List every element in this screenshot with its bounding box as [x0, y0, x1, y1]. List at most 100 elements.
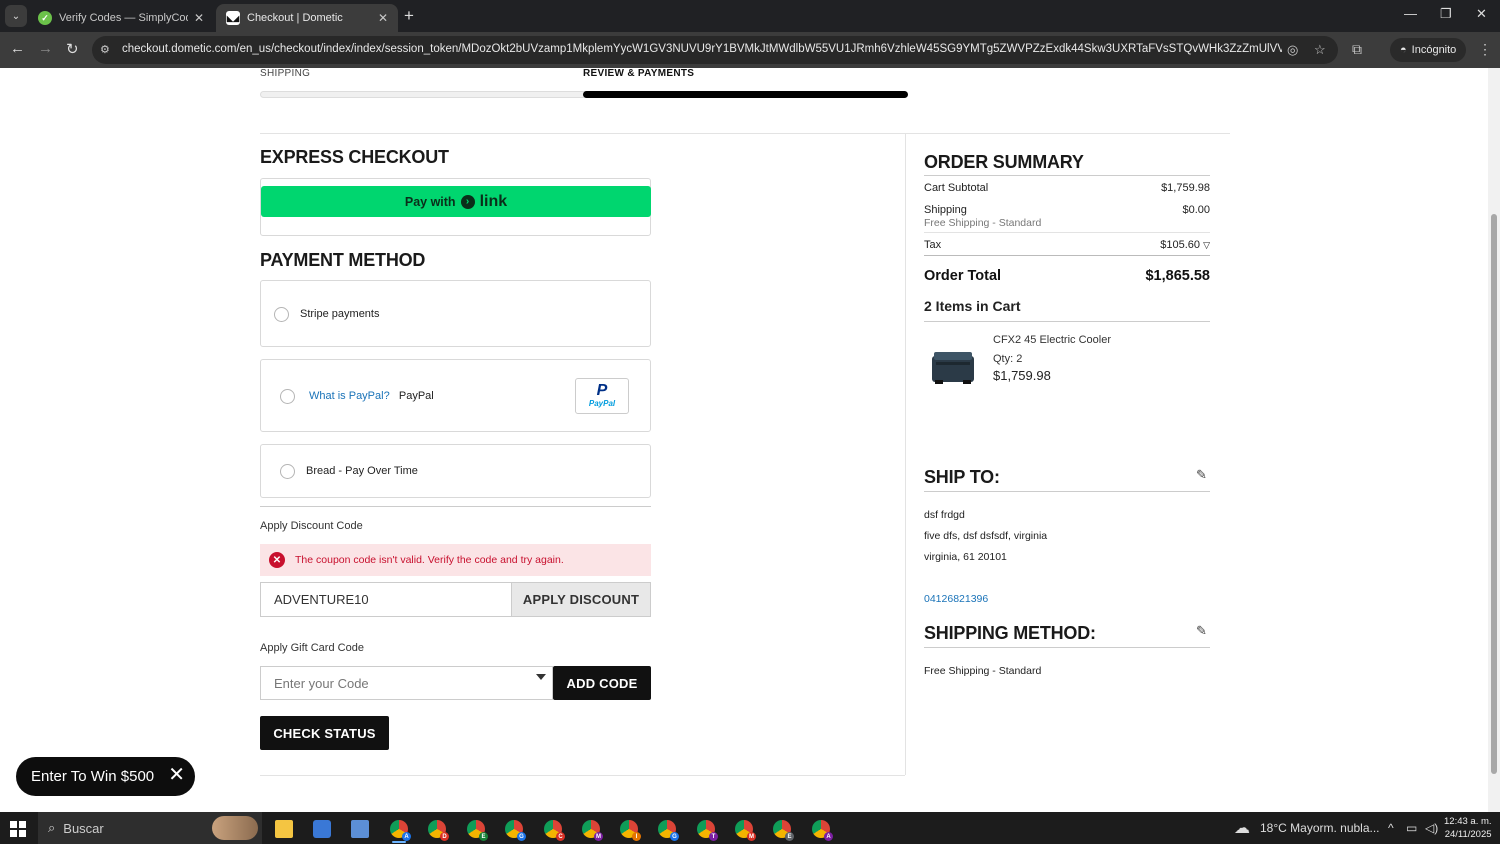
gift-card-label: Apply Gift Card Code — [260, 642, 364, 654]
tax-label: Tax — [924, 239, 942, 251]
taskbar-clock[interactable]: 12:43 a. m. 24/11/2025 — [1444, 815, 1492, 841]
close-icon[interactable]: ✕ — [378, 11, 388, 25]
gift-card-code-input[interactable]: Enter your Code — [260, 666, 553, 700]
apply-discount-button[interactable]: APPLY DISCOUNT — [511, 582, 651, 617]
minimize-icon[interactable]: — — [1404, 6, 1417, 21]
chrome-icon[interactable]: I — [620, 820, 641, 841]
chrome-icon[interactable]: T — [697, 820, 718, 841]
check-status-button[interactable]: CHECK STATUS — [260, 716, 389, 750]
discount-code-label[interactable]: Apply Discount Code — [260, 520, 363, 532]
ship-to-title: SHIP TO: — [924, 467, 1000, 487]
product-name: CFX2 45 Electric Cooler — [993, 334, 1111, 346]
radio-paypal[interactable] — [280, 389, 295, 404]
paypal-logo-mark: P — [596, 382, 608, 399]
close-icon[interactable]: ✕ — [194, 11, 204, 25]
address-line: five dfs, dsf dsfsdf, virginia — [924, 530, 1048, 542]
incognito-indicator[interactable]: ◓ Incógnito — [1390, 38, 1467, 62]
windows-start-icon[interactable] — [10, 821, 26, 837]
close-icon[interactable]: ✕ — [168, 765, 185, 785]
dometic-favicon-icon: ◣◢ — [226, 11, 240, 25]
chevron-up-icon[interactable]: ^ — [1388, 821, 1394, 835]
forward-arrow-icon[interactable]: → — [38, 40, 53, 57]
file-explorer-icon[interactable] — [275, 820, 293, 838]
step-shipping[interactable]: SHIPPING — [260, 68, 310, 79]
tab-simplycodes[interactable]: ✓ Verify Codes — SimplyCodes ✕ — [28, 4, 214, 32]
browser-menu-icon[interactable]: ⋮ — [1478, 41, 1492, 58]
chrome-icon[interactable]: G — [505, 820, 526, 841]
order-summary-title: ORDER SUMMARY — [924, 152, 1084, 172]
divider — [924, 232, 1210, 233]
active-app-indicator — [392, 841, 406, 843]
payment-method-title: PAYMENT METHOD — [260, 250, 426, 270]
weather-text[interactable]: 18°C Mayorm. nubla... — [1260, 821, 1380, 835]
payment-option-paypal[interactable]: What is PayPal? PayPal P PayPal — [260, 359, 651, 432]
back-arrow-icon[interactable]: ← — [10, 40, 25, 57]
enter-to-win-promo-button[interactable]: Enter To Win $500 ✕ — [16, 757, 195, 796]
pay-with-link-button[interactable]: Pay with › link — [261, 186, 651, 217]
divider — [260, 506, 651, 507]
column-divider — [905, 133, 906, 775]
error-text: The coupon code isn't valid. Verify the … — [295, 554, 564, 566]
page-scrollbar[interactable] — [1488, 68, 1500, 812]
radio-bread[interactable] — [280, 464, 295, 479]
edit-pencil-icon[interactable]: ✎ — [1196, 467, 1207, 483]
items-in-cart-heading[interactable]: 2 Items in Cart — [924, 298, 1020, 314]
new-tab-plus-icon[interactable]: + — [404, 6, 414, 26]
shipping-row: Shipping $0.00 — [924, 204, 1210, 216]
divider — [924, 647, 1210, 648]
chrome-icon[interactable]: D — [428, 820, 449, 841]
step-review-payments: REVIEW & PAYMENTS — [583, 68, 695, 79]
chrome-icon[interactable]: M — [582, 820, 603, 841]
paypal-logo-icon: P PayPal — [575, 378, 629, 414]
edit-pencil-icon[interactable]: ✎ — [1196, 623, 1207, 639]
chrome-icon[interactable]: E — [467, 820, 488, 841]
taskbar-search[interactable]: ⌕ Buscar — [38, 812, 262, 844]
shipping-label: Shipping — [924, 204, 967, 216]
weather-cloud-icon[interactable]: ☁ — [1234, 818, 1250, 838]
radio-stripe[interactable] — [274, 307, 289, 322]
shipping-method-title: SHIPPING METHOD: — [924, 623, 1096, 643]
window-close-icon[interactable]: ✕ — [1476, 6, 1487, 22]
payment-option-stripe[interactable]: Stripe payments — [260, 280, 651, 347]
url-text[interactable]: checkout.dometic.com/en_us/checkout/inde… — [122, 43, 1282, 55]
paypal-logo-text: PayPal — [588, 399, 616, 408]
divider — [924, 255, 1210, 256]
promo-text: Enter To Win $500 — [31, 768, 155, 785]
volume-icon[interactable]: ◁) — [1425, 821, 1438, 835]
address-bar[interactable]: ⚙ checkout.dometic.com/en_us/checkout/in… — [92, 36, 1338, 64]
extensions-puzzle-icon[interactable]: ⧉ — [1352, 41, 1362, 58]
checkout-progress-bar — [260, 91, 908, 98]
chrome-icon[interactable]: A — [812, 820, 833, 841]
tab-dometic-checkout[interactable]: ◣◢ Checkout | Dometic ✕ — [216, 4, 398, 32]
chrome-icon[interactable]: M — [735, 820, 756, 841]
clock-date: 24/11/2025 — [1444, 829, 1492, 840]
network-icon[interactable]: ▭ — [1406, 821, 1417, 835]
eye-off-icon[interactable]: ◎ — [1287, 42, 1298, 58]
tab-search-button[interactable]: ⌄ — [5, 5, 27, 27]
product-qty: Qty: 2 — [993, 353, 1023, 365]
bookmark-star-icon[interactable]: ☆ — [1314, 42, 1326, 58]
chrome-icon[interactable]: G — [658, 820, 679, 841]
product-price: $1,759.98 — [993, 368, 1051, 383]
scrollbar-thumb[interactable] — [1491, 214, 1497, 774]
chrome-icon[interactable]: E — [773, 820, 794, 841]
discount-code-input[interactable]: ADVENTURE10 — [260, 582, 512, 617]
tax-row[interactable]: Tax $105.60 ▽ — [924, 239, 1210, 251]
chrome-icon[interactable]: A — [390, 820, 411, 841]
divider — [260, 775, 905, 776]
site-info-icon[interactable]: ⚙ — [100, 43, 114, 57]
chrome-icon[interactable]: C — [544, 820, 565, 841]
store-icon[interactable] — [313, 820, 331, 838]
what-is-paypal-link[interactable]: What is PayPal? — [309, 390, 390, 402]
chevron-down-icon[interactable]: ▽ — [1203, 240, 1210, 251]
clock-time: 12:43 a. m. — [1444, 816, 1492, 827]
phone-link[interactable]: 04126821396 — [924, 593, 988, 605]
order-total-row: Order Total $1,865.58 — [924, 268, 1210, 284]
restore-icon[interactable]: ❐ — [1440, 6, 1452, 22]
add-code-button[interactable]: ADD CODE — [553, 666, 651, 700]
reload-icon[interactable]: ↻ — [66, 40, 79, 58]
payment-option-bread[interactable]: Bread - Pay Over Time — [260, 444, 651, 498]
calculator-icon[interactable] — [351, 820, 369, 838]
shipping-method-value: Free Shipping - Standard — [924, 665, 1042, 677]
chevron-down-icon[interactable] — [536, 674, 546, 680]
